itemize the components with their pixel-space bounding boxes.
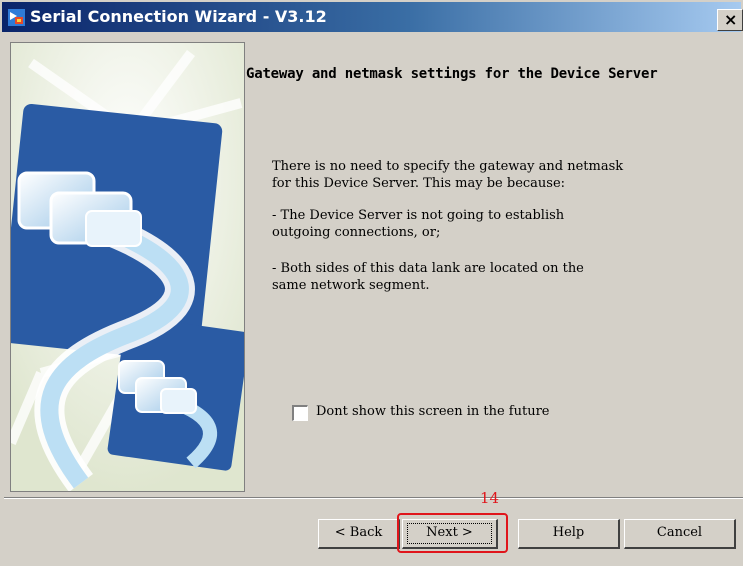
reason-paragraph: - Both sides of this data lank are locat…: [272, 260, 584, 294]
window-title: Serial Connection Wizard - V3.12: [30, 7, 327, 26]
dont-show-checkbox[interactable]: [292, 405, 308, 421]
network-connection-icon: [8, 9, 25, 26]
reason-line: same network segment.: [272, 278, 430, 293]
wizard-illustration-panel: [10, 42, 245, 492]
step-number-annotation: 14: [480, 489, 500, 507]
cancel-button[interactable]: Cancel: [624, 519, 736, 549]
serial-cable-illustration: [11, 43, 244, 491]
reason-paragraph: - The Device Server is not going to esta…: [272, 207, 564, 241]
wizard-window: Serial Connection Wizard - V3.12 × Gatew…: [0, 0, 743, 566]
reason-line: - The Device Server is not going to esta…: [272, 208, 565, 223]
title-bar[interactable]: Serial Connection Wizard - V3.12 ×: [2, 2, 743, 32]
close-button[interactable]: ×: [717, 9, 743, 31]
close-icon: ×: [724, 10, 738, 29]
help-button[interactable]: Help: [518, 519, 620, 549]
info-line: for this Device Server. This may be beca…: [272, 176, 566, 191]
reason-line: - Both sides of this data lank are locat…: [272, 261, 584, 276]
back-button[interactable]: < Back: [318, 519, 400, 549]
reason-line: outgoing connections, or;: [272, 225, 441, 240]
info-paragraph: There is no need to specify the gateway …: [272, 158, 623, 192]
info-line: There is no need to specify the gateway …: [272, 159, 624, 174]
page-heading: Gateway and netmask settings for the Dev…: [246, 66, 658, 82]
step-highlight-box: [397, 513, 508, 553]
footer-divider-highlight: [4, 498, 743, 499]
dont-show-checkbox-label[interactable]: Dont show this screen in the future: [316, 404, 550, 419]
